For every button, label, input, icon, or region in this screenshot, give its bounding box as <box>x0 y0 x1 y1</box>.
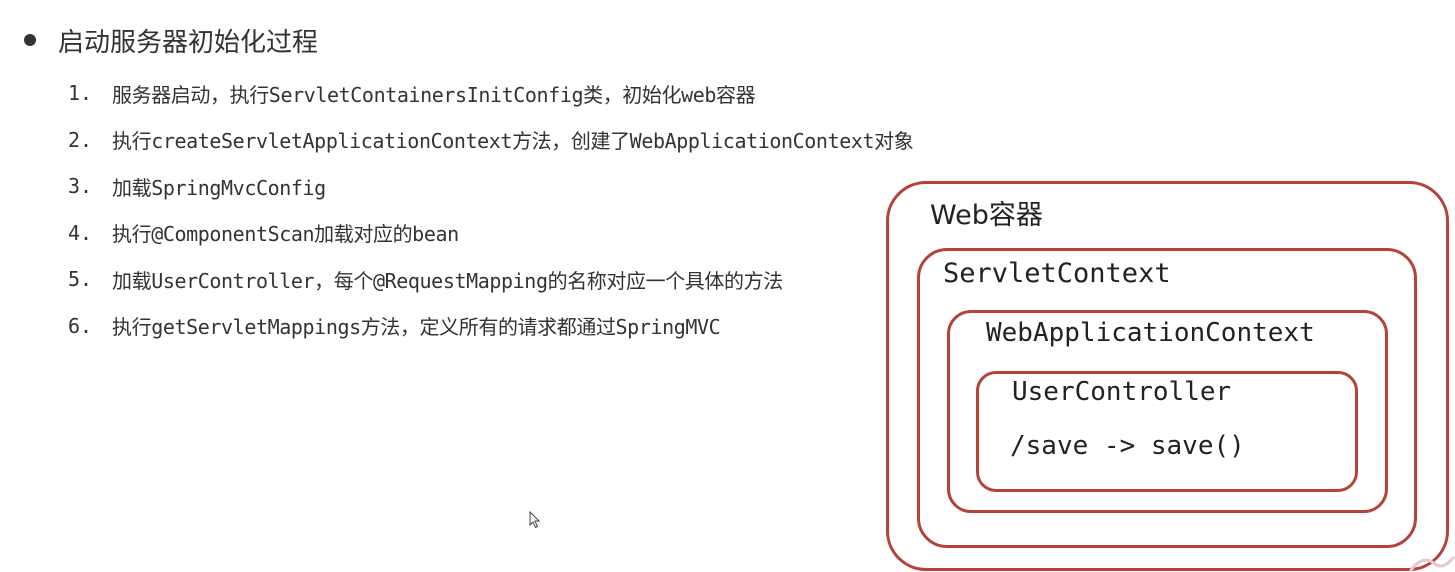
step-item: 4. 执行@ComponentScan加载对应的bean <box>68 210 913 257</box>
step-number: 1. <box>68 81 93 106</box>
step-text: 加载SpringMvcConfig <box>112 175 326 200</box>
web-app-context-label: WebApplicationContext <box>986 318 1315 348</box>
step-text: 执行@ComponentScan加载对应的bean <box>112 222 459 247</box>
step-item: 5. 加载UserController，每个@RequestMapping的名称… <box>68 256 913 303</box>
step-number: 3. <box>68 174 93 199</box>
heading-text: 启动服务器初始化过程 <box>58 27 319 58</box>
bullet-icon <box>24 34 36 46</box>
step-item: 6. 执行getServletMappings方法，定义所有的请求都通过Spri… <box>68 303 913 350</box>
step-text: 加载UserController，每个@RequestMapping的名称对应一… <box>112 268 783 293</box>
steps-list: 1. 服务器启动，执行ServletContainersInitConfig类，… <box>68 70 914 350</box>
step-text: 执行getServletMappings方法，定义所有的请求都通过SpringM… <box>112 315 721 340</box>
web-container-label: Web容器 <box>930 200 1043 231</box>
section-heading: 启动服务器初始化过程 <box>24 22 318 58</box>
step-item: 3. 加载SpringMvcConfig <box>68 163 913 210</box>
step-text: 服务器启动，执行ServletContainersInitConfig类，初始化… <box>112 82 756 107</box>
user-controller-label: UserController <box>1012 377 1232 407</box>
mouse-cursor-icon <box>529 511 541 529</box>
request-mapping-label: /save -> save() <box>1010 431 1245 461</box>
corner-decoration-icon <box>1409 556 1455 572</box>
servlet-context-label: ServletContext <box>943 258 1171 289</box>
step-item: 1. 服务器启动，执行ServletContainersInitConfig类，… <box>68 70 913 117</box>
step-number: 4. <box>68 220 93 245</box>
step-number: 6. <box>68 313 93 338</box>
step-number: 5. <box>68 267 93 292</box>
step-item: 2. 执行createServletApplicationContext方法，创… <box>68 117 914 164</box>
step-text: 执行createServletApplicationContext方法，创建了W… <box>112 129 914 154</box>
step-number: 2. <box>68 127 93 152</box>
